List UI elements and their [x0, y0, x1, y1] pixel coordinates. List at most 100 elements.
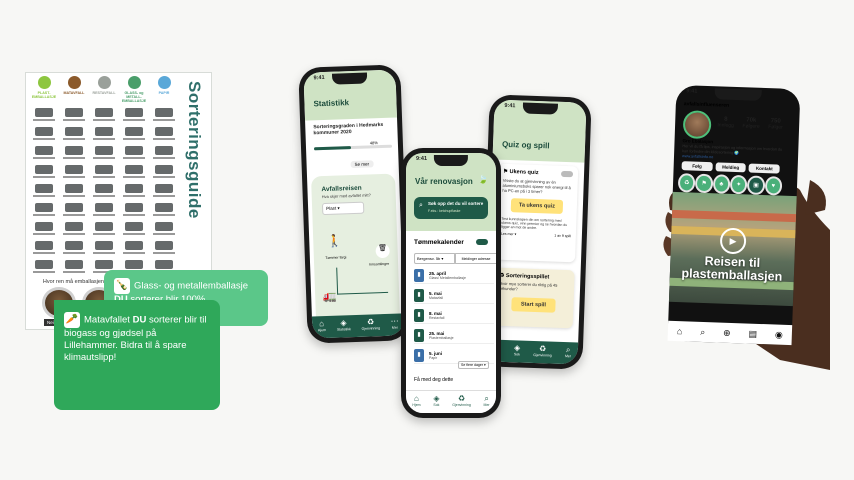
- search-label: Søk opp det du vil sortere: [428, 201, 484, 206]
- ig-name: Gro Ebalasjon: [682, 138, 714, 145]
- calendar-toggle[interactable]: [476, 239, 488, 245]
- tab-recycling[interactable]: ♻ Gjenvinning: [533, 344, 552, 360]
- more-dates-button[interactable]: Se flere dager ▾: [458, 361, 489, 369]
- waste-item-text: [93, 195, 115, 197]
- tab-home[interactable]: ⌂Hjem: [412, 395, 420, 409]
- add-icon[interactable]: ⊕: [723, 327, 731, 338]
- journey-path: [336, 265, 389, 295]
- quiz-read-more[interactable]: Les mer ▾: [501, 232, 517, 237]
- address-select[interactable]: Bergensv. 5b ▾: [414, 253, 456, 264]
- highlight-icon[interactable]: ✦: [729, 174, 748, 195]
- waste-type-icon: ▮: [414, 308, 424, 322]
- collection-date-row[interactable]: ▮ 5. mai Matavfall: [414, 287, 494, 304]
- waste-item-text: [123, 214, 145, 216]
- waste-item-text: [93, 119, 115, 121]
- tab-search[interactable]: ◈ Sok: [514, 343, 521, 358]
- highlight-icon[interactable]: ▣: [747, 175, 766, 196]
- search-icon[interactable]: ⌕: [700, 326, 705, 337]
- ig-stat-following[interactable]: 750 Følger: [768, 118, 783, 130]
- waste-item-icon: [35, 184, 53, 193]
- stats-tabbar: ⌂ Hjem ◈ Statistikk ♻ Gjenvinning ⋯ Mer: [311, 313, 405, 339]
- waste-item-icon: [65, 203, 83, 212]
- home-icon[interactable]: ⌂: [677, 326, 683, 336]
- poster-column: PAPIR: [150, 75, 178, 283]
- avatar[interactable]: [682, 110, 712, 140]
- tab-more[interactable]: ⋯ Mer: [391, 317, 399, 332]
- highlight-icon[interactable]: ⚑: [695, 173, 714, 194]
- collection-type: Plastemballasje: [429, 335, 454, 340]
- poster-column: RESTAVFALL: [90, 75, 118, 283]
- waste-item-icon: [155, 184, 173, 193]
- waste-item-icon: [95, 203, 113, 212]
- profile-icon[interactable]: ◉: [775, 329, 783, 340]
- collection-date-row[interactable]: ▮ 8. mai Restavfall: [414, 307, 494, 324]
- highlight-icon[interactable]: ♣: [712, 174, 731, 194]
- waste-item-icon: [35, 241, 53, 250]
- tab-home[interactable]: ⌂Hjem: [317, 319, 326, 334]
- waste-item-text: [33, 252, 55, 254]
- see-more-button[interactable]: Se mer: [350, 160, 374, 169]
- tab-more[interactable]: ⌕ Mer: [484, 395, 490, 409]
- follow-button[interactable]: Følg: [681, 161, 713, 172]
- ig-stats: 8 Innlegg 70k Følgere 750 Følger: [713, 116, 787, 131]
- waste-item-icon: [125, 165, 143, 174]
- weekly-quiz-card: ⚑ Ukens quiz Visste du at gjenvinning av…: [495, 163, 579, 263]
- waste-item-icon: [125, 108, 143, 117]
- stats-progress-fill: [313, 146, 352, 151]
- waste-item-icon: [35, 165, 53, 174]
- waste-item-text: [33, 233, 55, 235]
- reels-icon[interactable]: ▤: [748, 328, 757, 339]
- waste-item-text: [33, 195, 55, 197]
- waste-item-text: [153, 176, 175, 178]
- waste-item-icon: [95, 146, 113, 155]
- waste-item-icon: [65, 260, 83, 269]
- start-game-button[interactable]: Start spill: [511, 297, 556, 313]
- search-box[interactable]: ⌕ Søk opp det du vil sortere F.eks.: ket…: [414, 197, 488, 219]
- waste-type-icon: ▮: [414, 328, 424, 342]
- tab-recycling[interactable]: ♻ Gjenvinning: [361, 317, 381, 333]
- ig-stat-followers[interactable]: 70k Følgere: [742, 117, 760, 129]
- tab-statistics[interactable]: ◈ Statistikk: [336, 318, 351, 333]
- main-tabbar: ⌂ Hjem ◈ Sok ♻ Gjenvinning ⌕ Mer: [406, 390, 496, 413]
- waste-item-text: [153, 119, 175, 121]
- play-icon[interactable]: ▶: [719, 227, 747, 255]
- quiz-toggle[interactable]: [560, 170, 574, 178]
- poster-column: PLAST-EMBALLASJE: [30, 75, 58, 283]
- tab-more[interactable]: ⌕ Mer: [565, 345, 572, 360]
- main-title: Vår renovasjon: [415, 177, 473, 186]
- waste-item-text: [153, 138, 175, 140]
- waste-item-text: [63, 233, 85, 235]
- phone-main: 9:41 Vår renovasjon 🍃 ⌕ Søk opp det du v…: [401, 148, 501, 418]
- waste-item-icon: [155, 260, 173, 269]
- calendar-title: Tømmekalender: [414, 239, 464, 246]
- waste-item-icon: [155, 241, 173, 250]
- message-button[interactable]: Melding: [715, 162, 747, 173]
- ig-bottom-nav: ⌂ ⌕ ⊕ ▤ ◉: [667, 320, 793, 346]
- reel-video[interactable]: ▶ Reisen til plastemballasjen: [668, 191, 797, 307]
- waste-item-icon: [35, 108, 53, 117]
- status-time: 9:41: [686, 88, 698, 95]
- quiz-text: Visste du at gjenvinning av én aluminium…: [502, 177, 571, 195]
- glass-text-pre: Glass- og metallemballasje: [134, 280, 249, 292]
- highlight-icon[interactable]: ♻: [677, 173, 696, 193]
- address-button[interactable]: Meldinger adresse: [454, 253, 496, 264]
- waste-item-icon: [125, 203, 143, 212]
- tab-recycling[interactable]: ♻ Gjenvinning: [452, 395, 470, 409]
- ig-link[interactable]: www.avfallsinfo.no: [682, 154, 713, 159]
- highlight-icon[interactable]: ♥: [764, 176, 783, 196]
- reel-title: Reisen til plastemballasjen: [681, 254, 783, 284]
- waste-item-text: [33, 176, 55, 178]
- material-select[interactable]: Plast ▾: [321, 201, 365, 216]
- contact-button[interactable]: Kontakt: [748, 163, 780, 174]
- waste-item-text: [123, 157, 145, 159]
- step2-label: Innsamlinger: [369, 261, 390, 267]
- collection-date-row[interactable]: ▮ 25. april Glass/ Metallemballasje: [414, 267, 494, 284]
- waste-item-text: [63, 157, 85, 159]
- waste-item-icon: [95, 241, 113, 250]
- take-quiz-button[interactable]: Ta ukens quiz: [510, 198, 564, 214]
- waste-item-text: [123, 233, 145, 235]
- search-icon: ⌕: [419, 202, 423, 209]
- waste-item-text: [153, 157, 175, 159]
- tab-search[interactable]: ◈ Sok: [433, 395, 439, 409]
- collection-date-row[interactable]: ▮ 25. mai Plastemballasje: [414, 327, 494, 344]
